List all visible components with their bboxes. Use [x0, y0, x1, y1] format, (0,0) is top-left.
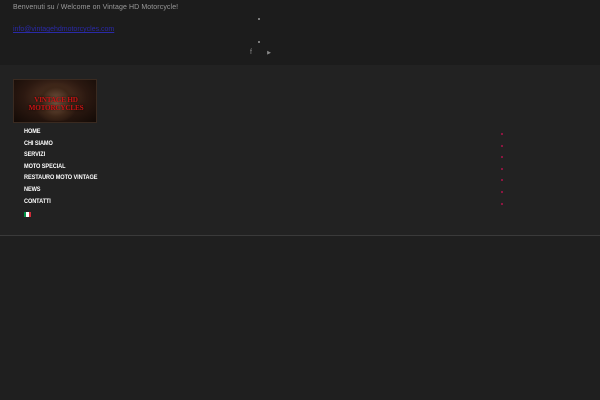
top-bar: Benvenuti su / Welcome on Vintage HD Mot…	[0, 0, 600, 65]
nav-item-news[interactable]: NEWS	[24, 186, 41, 196]
nav-item-moto-special[interactable]: MOTO SPECIAL	[24, 163, 66, 173]
nav-item-restauro-moto-vintage[interactable]: RESTAURO MOTO VINTAGE	[24, 174, 97, 184]
menu-dot	[501, 179, 503, 181]
bullet-dot	[258, 41, 260, 43]
logo-text: VINTAGE HD MOTORCYCLES	[28, 96, 84, 112]
main-content	[0, 236, 600, 400]
menu-dot	[501, 191, 503, 193]
menu-dot	[501, 168, 503, 170]
nav-item-contatti[interactable]: CONTATTI	[24, 198, 51, 208]
menu-dot	[501, 133, 503, 135]
site-logo[interactable]: VINTAGE HD MOTORCYCLES	[13, 79, 97, 123]
menu-dot	[501, 145, 503, 147]
menu-dot	[501, 203, 503, 205]
youtube-icon[interactable]: ▶	[264, 50, 274, 56]
bullet-dot	[258, 18, 260, 20]
menu-dot	[501, 156, 503, 158]
nav-item-chi-siamo[interactable]: CHI SIAMO	[24, 140, 53, 150]
facebook-icon[interactable]: f	[246, 49, 256, 56]
italian-flag-icon[interactable]	[24, 212, 31, 217]
welcome-text: Benvenuti su / Welcome on Vintage HD Mot…	[13, 4, 179, 11]
nav-item-home[interactable]: HOME	[24, 128, 41, 138]
nav-item-servizi[interactable]: SERVIZI	[24, 151, 45, 161]
email-link[interactable]: info@vintagehdmotorcycles.com	[13, 26, 114, 33]
